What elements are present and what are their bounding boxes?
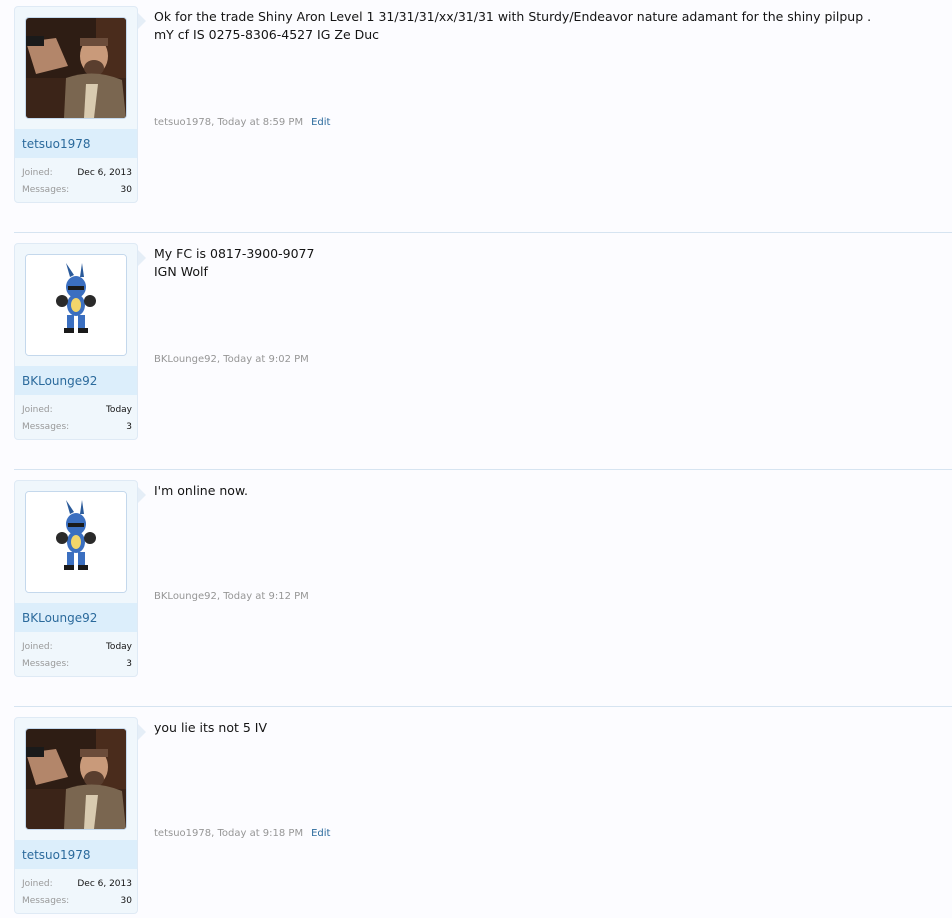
joined-value: Today — [105, 642, 132, 652]
post-meta: BKLounge92, Today at 9:12 PM — [154, 591, 309, 602]
messages-value: 3 — [126, 422, 132, 432]
message-content: I'm online now. — [154, 483, 248, 498]
joined-value: Dec 6, 2013 — [77, 168, 132, 178]
messages-value: 30 — [120, 896, 132, 906]
user-info-block: tetsuo1978 Joined: Dec 6, 2013 Messages:… — [14, 6, 138, 203]
post-separator — [14, 706, 952, 707]
username-link[interactable]: BKLounge92 — [22, 611, 97, 625]
username-bar: BKLounge92 — [15, 366, 137, 395]
messages-label: Messages: — [22, 185, 70, 195]
avatar[interactable] — [25, 254, 127, 356]
username-link[interactable]: tetsuo1978 — [22, 848, 91, 862]
avatar[interactable] — [25, 491, 127, 593]
post-author-date[interactable]: BKLounge92, Today at 9:02 PM — [154, 354, 309, 365]
message-arrow — [138, 250, 146, 266]
username-link[interactable]: tetsuo1978 — [22, 137, 91, 151]
message-content: Ok for the trade Shiny Aron Level 1 31/3… — [154, 9, 872, 42]
message-content: My FC is 0817-3900-9077 IGN Wolf — [154, 246, 315, 279]
username-bar: tetsuo1978 — [15, 129, 137, 158]
post-meta: BKLounge92, Today at 9:02 PM — [154, 354, 309, 365]
message-arrow — [138, 724, 146, 740]
message-arrow — [138, 13, 146, 29]
user-info-block: BKLounge92 Joined: Today Messages: 3 — [14, 243, 138, 440]
username-bar: tetsuo1978 — [15, 840, 137, 869]
joined-value: Today — [105, 405, 132, 415]
messages-value: 30 — [120, 185, 132, 195]
lucario-sprite-icon — [26, 255, 126, 355]
message-arrow — [138, 487, 146, 503]
post-meta: tetsuo1978, Today at 8:59 PM Edit — [154, 117, 330, 128]
messages-value: 3 — [126, 659, 132, 669]
messages-label: Messages: — [22, 659, 70, 669]
post-separator — [14, 469, 952, 470]
man-with-gun-photo-icon — [26, 18, 126, 118]
avatar[interactable] — [25, 728, 127, 830]
post-author-date[interactable]: tetsuo1978, Today at 8:59 PM — [154, 117, 303, 128]
joined-label: Joined: — [22, 879, 53, 889]
joined-label: Joined: — [22, 168, 53, 178]
avatar[interactable] — [25, 17, 127, 119]
post-meta: tetsuo1978, Today at 9:18 PM Edit — [154, 828, 330, 839]
edit-link[interactable]: Edit — [311, 828, 330, 839]
user-info-block: BKLounge92 Joined: Today Messages: 3 — [14, 480, 138, 677]
post-separator — [14, 232, 952, 233]
lucario-sprite-icon — [26, 492, 126, 592]
username-bar: BKLounge92 — [15, 603, 137, 632]
man-with-gun-photo-icon — [26, 729, 126, 829]
message-content: you lie its not 5 IV — [154, 720, 268, 735]
joined-value: Dec 6, 2013 — [77, 879, 132, 889]
joined-label: Joined: — [22, 642, 53, 652]
post-author-date[interactable]: tetsuo1978, Today at 9:18 PM — [154, 828, 303, 839]
messages-label: Messages: — [22, 896, 70, 906]
messages-label: Messages: — [22, 422, 70, 432]
user-info-block: tetsuo1978 Joined: Dec 6, 2013 Messages:… — [14, 717, 138, 914]
post-author-date[interactable]: BKLounge92, Today at 9:12 PM — [154, 591, 309, 602]
joined-label: Joined: — [22, 405, 53, 415]
username-link[interactable]: BKLounge92 — [22, 374, 97, 388]
edit-link[interactable]: Edit — [311, 117, 330, 128]
